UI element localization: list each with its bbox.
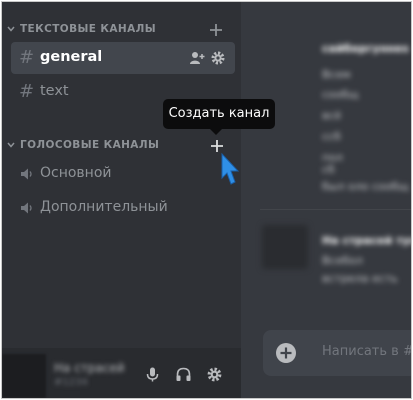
message-line: Всебол (322, 254, 363, 267)
message-input[interactable]: Написать в #ge (322, 344, 411, 359)
message-line: сообщ (322, 88, 359, 101)
hash-icon: # (19, 81, 35, 102)
message-line: встрела есть (322, 272, 398, 285)
message-author: На страсей тусс (322, 234, 411, 247)
message-line: ссб (322, 130, 341, 143)
voice-channel-name: Основной (40, 165, 112, 181)
channel-sidebar: ТЕКСТОВЫЕ КАНАЛЫ # general # text ГОЛОСО… (2, 2, 241, 398)
tooltip-arrow (210, 129, 222, 135)
message-line: сб (322, 163, 335, 176)
user-panel: На страсей #1234 (2, 348, 241, 398)
cursor-arrow-icon (221, 152, 240, 185)
discord-window: ТЕКСТОВЫЕ КАНАЛЫ # general # text ГОЛОСО… (1, 1, 412, 399)
channel-name: text (40, 83, 69, 99)
category-label: ТЕКСТОВЫЕ КАНАЛЫ (20, 23, 157, 35)
tooltip-create-channel: Создать канал (163, 99, 275, 129)
gear-icon[interactable] (206, 366, 223, 383)
chevron-down-icon (7, 26, 15, 32)
gear-icon[interactable] (210, 50, 226, 66)
create-channel-plus-icon[interactable] (210, 139, 224, 153)
message-author: сайбергуннеs (322, 42, 409, 55)
voice-channel-name: Дополнительный (40, 199, 168, 215)
chevron-down-icon (7, 142, 15, 148)
message-line: Всем (322, 68, 351, 81)
hash-icon: # (19, 47, 35, 68)
plus-icon[interactable] (209, 23, 223, 37)
invite-user-icon[interactable] (189, 50, 205, 66)
speaker-icon (21, 202, 32, 214)
plus-circle-icon[interactable] (275, 342, 297, 364)
message-line: был оло сообщ (322, 180, 409, 193)
message-line: всё (322, 109, 342, 122)
microphone-icon[interactable] (144, 366, 161, 383)
headphones-icon[interactable] (175, 366, 192, 383)
channel-item-general[interactable]: # general (11, 42, 235, 74)
voice-channel-item[interactable]: Основной (11, 158, 235, 190)
avatar[interactable] (2, 354, 46, 398)
username: На страсей (54, 361, 125, 375)
category-label: ГОЛОСОВЫЕ КАНАЛЫ (20, 139, 160, 151)
category-text-channels[interactable]: ТЕКСТОВЫЕ КАНАЛЫ (2, 20, 241, 40)
message-composer[interactable]: Написать в #ge (263, 330, 411, 376)
voice-channel-item[interactable]: Дополнительный (11, 192, 235, 224)
category-voice-channels[interactable]: ГОЛОСОВЫЕ КАНАЛЫ (2, 136, 241, 156)
speaker-icon (21, 168, 32, 180)
channel-name: general (40, 49, 103, 65)
message-divider (260, 209, 411, 210)
avatar[interactable] (262, 225, 308, 269)
user-tag: #1234 (54, 377, 88, 388)
